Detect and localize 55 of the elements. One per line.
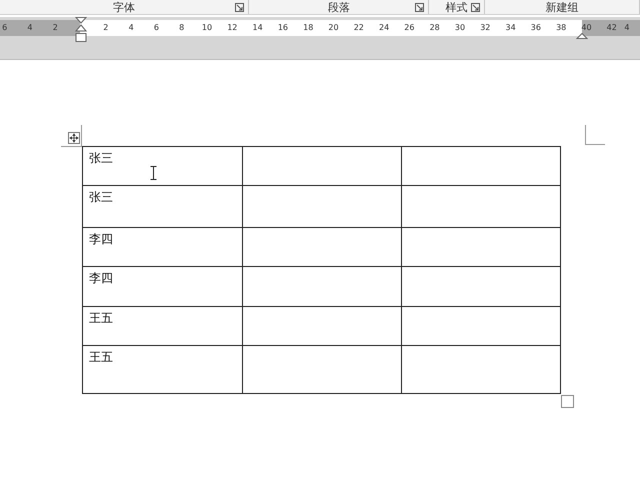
table-cell[interactable]: [401, 306, 560, 346]
table-cell[interactable]: [242, 186, 402, 228]
table-cell[interactable]: 李四: [82, 266, 242, 306]
ruler-number: 16: [276, 23, 289, 33]
ruler-number: 2: [102, 23, 110, 33]
ruler-number: 14: [252, 23, 264, 33]
ruler-number: 10: [200, 23, 214, 33]
table-cell[interactable]: 李四: [82, 228, 242, 266]
ruler-number: 32: [479, 23, 492, 33]
ruler-number: 4: [624, 23, 631, 33]
table-cell[interactable]: 张三: [82, 186, 242, 228]
ruler-number: 42: [606, 23, 618, 33]
ruler-number: 6: [152, 23, 160, 33]
dialog-launcher-icon[interactable]: [470, 3, 480, 12]
ruler-number: 8: [178, 23, 186, 33]
text-cursor-icon: [150, 166, 157, 180]
crop-mark-icon: [61, 125, 83, 147]
ribbon-group-label: 样式: [446, 0, 468, 14]
ruler-number: 4: [26, 23, 34, 33]
indent-marker-icon[interactable]: [75, 17, 87, 43]
dialog-launcher-icon[interactable]: [415, 3, 424, 12]
table-resize-handle[interactable]: [561, 395, 574, 408]
ruler-number: 4: [128, 23, 135, 33]
table-cell[interactable]: [242, 266, 402, 306]
ruler-number: 20: [327, 23, 340, 33]
table-cell[interactable]: [242, 228, 402, 266]
ruler-number: 28: [428, 23, 441, 33]
table-cell[interactable]: [401, 228, 560, 266]
table-cell[interactable]: 王五: [82, 306, 242, 346]
ruler-number: 12: [226, 23, 238, 33]
table-cell[interactable]: [242, 146, 402, 186]
table-move-handle-icon[interactable]: [68, 132, 80, 144]
table-cell[interactable]: [242, 346, 402, 394]
table-cell[interactable]: [242, 306, 402, 346]
dialog-launcher-icon[interactable]: [235, 3, 244, 12]
ruler-number: 22: [352, 23, 365, 33]
table-cell[interactable]: [401, 266, 560, 306]
crop-mark-icon: [585, 125, 605, 145]
ruler-number: 18: [302, 23, 314, 33]
ribbon-group-label: 字体: [113, 0, 136, 14]
table-cell[interactable]: [401, 346, 560, 394]
ruler-number: 6: [1, 23, 8, 33]
table-cell[interactable]: 张三: [82, 146, 242, 186]
table-cell[interactable]: [401, 146, 560, 186]
ruler-number: 2: [52, 23, 59, 33]
ruler-number: 38: [555, 23, 568, 33]
ruler-number: 34: [504, 23, 517, 33]
ruler-number: 26: [403, 23, 416, 33]
table-cell[interactable]: 王五: [82, 346, 242, 394]
table-cell[interactable]: [401, 186, 560, 228]
ruler-number: 36: [530, 23, 542, 33]
ribbon-group-label: 段落: [328, 0, 350, 14]
ribbon-group-label: 新建组: [545, 0, 578, 14]
ruler-number: 24: [378, 23, 390, 33]
ruler-number: 30: [454, 23, 466, 33]
